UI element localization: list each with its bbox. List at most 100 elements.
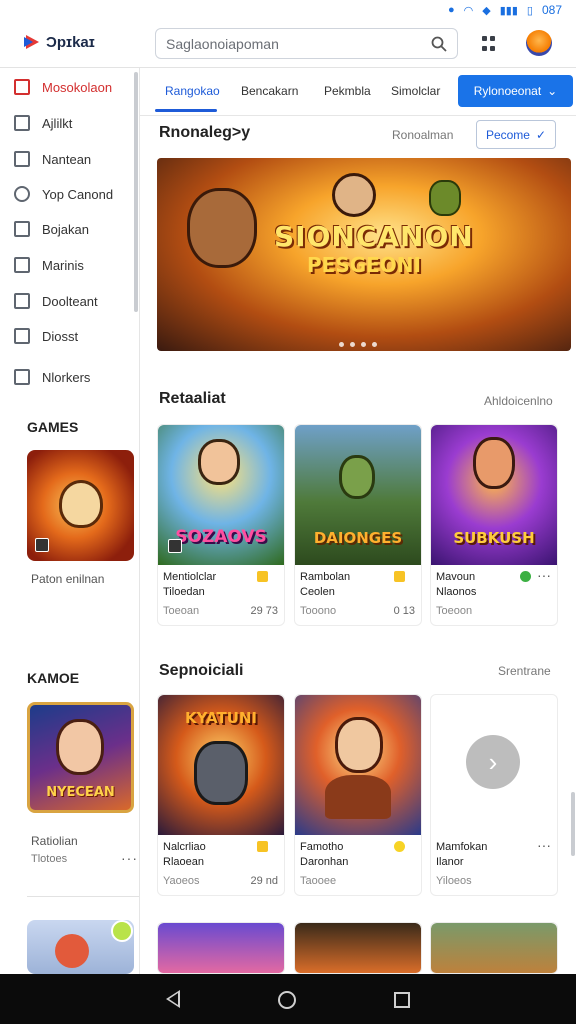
sidebar-item-label: Doolteant	[42, 293, 98, 309]
tab-recommended[interactable]: Rangokao	[165, 84, 220, 98]
sidebar-item-store[interactable]: Mosokolaon	[14, 76, 112, 98]
kamoe-card-caption: Ratiolian	[31, 834, 78, 848]
game-card-size: 29 73	[250, 605, 278, 617]
apps-grid-icon[interactable]	[482, 36, 498, 52]
game-card[interactable]: SUBKUSH Mavoun ··· Nlaonos Toeoon	[430, 424, 558, 626]
more-icon[interactable]: ···	[121, 850, 138, 866]
game-card-size: 0 13	[393, 605, 415, 617]
game-card-image: ›	[431, 695, 557, 835]
news-icon	[14, 369, 30, 385]
location-icon: ◆	[482, 4, 491, 17]
recents-icon[interactable]	[394, 992, 410, 1008]
banner-subtitle: PESGEONI	[307, 253, 421, 277]
game-card-image: DAIONGES	[295, 425, 421, 565]
game-card-image: KYATUNI	[158, 695, 284, 835]
play-badge-icon	[168, 539, 182, 553]
game-card-sub: Ceolen	[300, 586, 335, 598]
home-button-icon[interactable]	[278, 991, 296, 1009]
next-card-image[interactable]	[27, 920, 134, 974]
tab-similar[interactable]: Simolclar	[391, 84, 440, 98]
game-card[interactable]	[294, 922, 422, 974]
section2-link[interactable]: Srentrane	[498, 664, 551, 678]
game-card-image: SUBKUSH	[431, 425, 557, 565]
character-art	[187, 188, 257, 268]
status-bar: ● ◠ ◆ ▮▮▮ ▯ 087	[0, 0, 576, 20]
book-icon	[14, 293, 30, 309]
game-card-meta: Yaoeos	[163, 875, 200, 887]
game-card[interactable]	[430, 922, 558, 974]
search-icon[interactable]	[431, 36, 447, 52]
sidebar-item-label: Marinis	[42, 257, 84, 273]
kamoe-card-sub: Tlotoes	[31, 853, 68, 865]
game-card-name: Famotho	[300, 841, 344, 853]
tab-bar: Rangokao Bencakarn Pekmbla Simolclar Ryl…	[140, 68, 576, 116]
game-card[interactable]: Famotho Daronhan Taooee	[294, 694, 422, 896]
status-time: 087	[541, 3, 562, 17]
game-card[interactable]	[157, 922, 285, 974]
section1-title: Retaaliat	[159, 390, 226, 407]
sidebar-scrollbar[interactable]	[134, 72, 138, 312]
back-icon[interactable]	[166, 990, 180, 1008]
game-card-sub: Nlaonos	[436, 586, 477, 598]
chart-icon	[14, 257, 30, 273]
app-logo[interactable]: Ɔpɪkaɪ	[24, 33, 95, 51]
game-card[interactable]: SOZAOVS Mentiolclar Tiloedan Toeoan 29 7…	[157, 424, 285, 626]
featured-link[interactable]: Ronoalman	[392, 128, 453, 142]
rating-badge-icon	[394, 571, 405, 582]
game-card[interactable]: KYATUNI Nalcrliao Rlaoean Yaoeos 29 nd	[157, 694, 285, 896]
search-bar[interactable]	[155, 28, 458, 59]
carousel-dots[interactable]	[339, 342, 377, 347]
section2-title: Sepnoiciali	[159, 662, 244, 679]
signal-icon: ▮▮▮	[499, 4, 518, 17]
avatar[interactable]	[526, 30, 552, 56]
game-card[interactable]: DAIONGES Rambolan Ceolen Tooono 0 13	[294, 424, 422, 626]
sidebar-item-apps[interactable]: Ajlilkt	[14, 112, 72, 134]
kamoe-card-image[interactable]: NYECEAN	[27, 702, 134, 813]
section1-link[interactable]: Ahldoicenlno	[484, 394, 553, 408]
game-card-meta: Tooono	[300, 605, 337, 617]
sidebar-item-books[interactable]: Doolteant	[14, 290, 98, 312]
wifi-icon: ◠	[463, 4, 474, 17]
sidebar-item-label: Mosokolaon	[42, 79, 113, 95]
sidebar-item-documents[interactable]: Bojakan	[14, 218, 89, 240]
bluetooth-icon: ●	[448, 4, 455, 16]
system-nav-bar	[0, 974, 576, 1024]
sidebar-item-top[interactable]: Yop Canond	[14, 183, 113, 205]
game-card[interactable]: › Mamfokan ··· Ilanor Yiloeos	[430, 694, 558, 896]
kamoe-heading: KAMOE	[27, 670, 80, 686]
check-icon: ✓	[535, 127, 547, 142]
follow-button[interactable]: Pecome ✓	[476, 120, 556, 149]
sidebar-item-news[interactable]: Nlorkers	[14, 366, 90, 388]
game-card-sub: Daronhan	[300, 856, 349, 868]
game-card-sub: Tiloedan	[163, 586, 205, 598]
tab-categories[interactable]: Bencakarn	[241, 84, 298, 98]
play-icon[interactable]: ›	[466, 735, 520, 789]
game-card-image: SOZAOVS	[158, 425, 284, 565]
search-input[interactable]	[166, 35, 431, 52]
character-art	[332, 173, 376, 217]
follow-button-label: Pecome	[485, 127, 530, 142]
game-card-name: Mentiolclar	[163, 571, 217, 583]
featured-banner[interactable]: SIONCANON PESGEONI	[157, 158, 571, 351]
sidebar-item-label: Nlorkers	[42, 369, 91, 385]
sidebar-item-grid[interactable]: Nantean	[14, 148, 91, 170]
sidebar-item-charts[interactable]: Marinis	[14, 254, 84, 276]
grid-icon	[14, 151, 30, 167]
app-bar: Ɔpɪkaɪ	[0, 20, 576, 68]
game-card-name: Nalcrliao	[163, 841, 206, 853]
sidebar-item-label: Nantean	[42, 151, 92, 167]
game-card-meta: Toeoon	[436, 605, 473, 617]
games-card-image[interactable]	[27, 450, 134, 561]
main-scrollbar[interactable]	[571, 792, 575, 856]
tab-popular[interactable]: Pekmbla	[324, 84, 371, 98]
game-card-meta: Taooee	[300, 875, 337, 887]
chevron-down-icon: ⌄	[547, 84, 558, 98]
game-card-art-text: SUBKUSH	[453, 529, 535, 547]
badge-icon	[111, 920, 133, 942]
more-icon[interactable]: ···	[537, 567, 551, 583]
game-card-image	[431, 923, 557, 973]
sidebar-item-home[interactable]: Diosst	[14, 325, 78, 347]
more-icon[interactable]: ···	[537, 837, 551, 853]
filter-dropdown[interactable]: Rylonoeonat ⌄	[458, 75, 573, 107]
game-card-name: Mavoun	[436, 571, 476, 583]
